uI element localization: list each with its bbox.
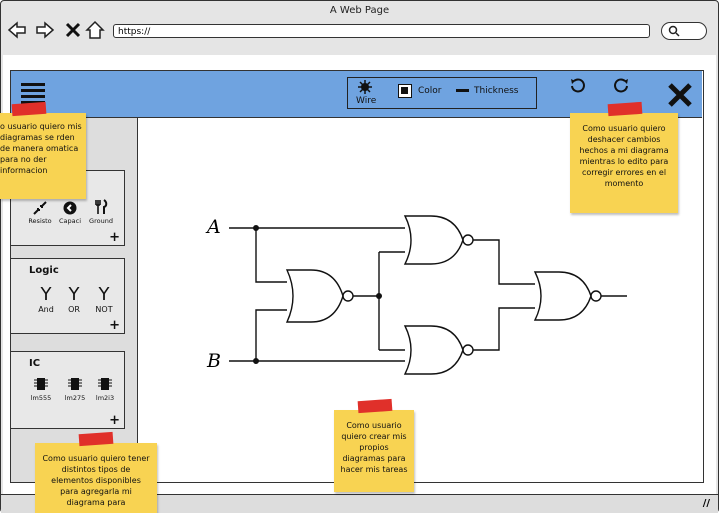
palette-item-or[interactable]: Y OR xyxy=(61,284,87,315)
chip-icon xyxy=(34,378,48,390)
note-text: Como usuario quiero deshacer cambios hec… xyxy=(579,124,669,188)
palette-item-ground[interactable]: Ground xyxy=(87,199,115,225)
ic-title: IC xyxy=(29,358,41,369)
sticky-note-undo: Como usuario quiero deshacer cambios hec… xyxy=(570,101,678,213)
palette-item-resistor[interactable]: Resisto xyxy=(27,201,53,225)
palette-item-and[interactable]: Y And xyxy=(33,284,59,315)
note-tape xyxy=(357,398,393,414)
app-header: Wire Color Thickness xyxy=(11,71,702,118)
or-gate-icon: Y xyxy=(68,284,80,305)
note-tape xyxy=(78,431,114,447)
and-gate-icon: Y xyxy=(40,284,52,305)
back-icon[interactable] xyxy=(7,20,27,40)
close-icon[interactable] xyxy=(666,81,694,109)
input-label-a: A xyxy=(207,216,221,238)
nand-gate-2 xyxy=(403,215,464,265)
stop-icon[interactable] xyxy=(63,20,83,40)
search-box[interactable] xyxy=(661,22,707,40)
sticky-note-elements: Como usuario quiero tener distintos tipo… xyxy=(35,431,157,513)
browser-nav-row: https:// xyxy=(1,18,718,46)
home-icon[interactable] xyxy=(85,20,105,40)
search-icon xyxy=(668,25,680,37)
palette-item-label: lm555 xyxy=(30,394,52,402)
logic-title: Logic xyxy=(29,265,59,276)
chip-icon xyxy=(68,378,82,390)
palette-item-label: And xyxy=(38,305,54,314)
palette-item-lm275[interactable]: lm275 xyxy=(61,376,89,402)
not-gate-icon: Y xyxy=(98,284,110,305)
logic-panel: Logic Y And Y OR Y NOT + xyxy=(11,258,125,334)
palette-item-label: lm2i3 xyxy=(95,394,115,402)
redo-icon[interactable] xyxy=(612,77,630,95)
palette-item-lm2i3[interactable]: lm2i3 xyxy=(91,376,119,402)
drawing-toolbox: Wire Color Thickness xyxy=(347,77,537,109)
ic-panel: IC lm555 lm275 lm2i3 + xyxy=(11,351,125,429)
resize-handle-icon[interactable]: // xyxy=(703,498,710,509)
palette-item-label: Resisto xyxy=(28,217,52,225)
palette-item-capacitor[interactable]: Capaci xyxy=(57,201,83,225)
menu-icon[interactable] xyxy=(21,83,45,104)
undo-icon[interactable] xyxy=(569,77,587,95)
sticky-note-auto-arrange: o usuario quiero mis diagramas se rden d… xyxy=(0,101,86,199)
wire xyxy=(255,228,287,283)
palette-item-label: NOT xyxy=(95,305,113,314)
forward-icon[interactable] xyxy=(35,20,55,40)
resistor-icon xyxy=(33,201,47,215)
palette-item-label: Capaci xyxy=(58,217,81,225)
add-logic-button[interactable]: + xyxy=(109,319,120,332)
palette-item-lm555[interactable]: lm555 xyxy=(27,376,55,402)
wire-label: Wire xyxy=(356,96,377,106)
palette-item-label: lm275 xyxy=(64,394,86,402)
add-ic-button[interactable]: + xyxy=(109,414,120,427)
color-swatch[interactable] xyxy=(398,84,412,98)
ground-icon xyxy=(95,199,108,214)
wire-icon[interactable] xyxy=(358,80,372,94)
nand-gate-4 xyxy=(533,271,592,321)
note-text: o usuario quiero mis diagramas se rden d… xyxy=(0,122,82,175)
palette-item-not[interactable]: Y NOT xyxy=(91,284,117,315)
note-tape xyxy=(11,101,47,117)
note-text: Como usuario quiero crear mis propios di… xyxy=(340,421,408,474)
palette-item-label: OR xyxy=(68,305,80,314)
palette-item-label: Ground xyxy=(89,217,113,225)
chip-icon xyxy=(98,378,112,390)
thickness-icon[interactable] xyxy=(456,89,469,92)
wire xyxy=(255,309,287,361)
color-label[interactable]: Color xyxy=(418,86,442,96)
capacitor-icon xyxy=(63,201,77,215)
input-label-b: B xyxy=(207,350,221,372)
nand-gate-1 xyxy=(285,269,344,323)
thickness-label[interactable]: Thickness xyxy=(474,86,518,96)
url-bar[interactable]: https:// xyxy=(113,24,650,38)
note-text: Como usuario quiero tener distintos tipo… xyxy=(42,454,150,507)
add-component-button[interactable]: + xyxy=(109,231,120,244)
note-tape xyxy=(607,101,643,117)
sticky-note-create: Como usuario quiero crear mis propios di… xyxy=(334,398,414,492)
nand-gate-3 xyxy=(403,325,464,375)
